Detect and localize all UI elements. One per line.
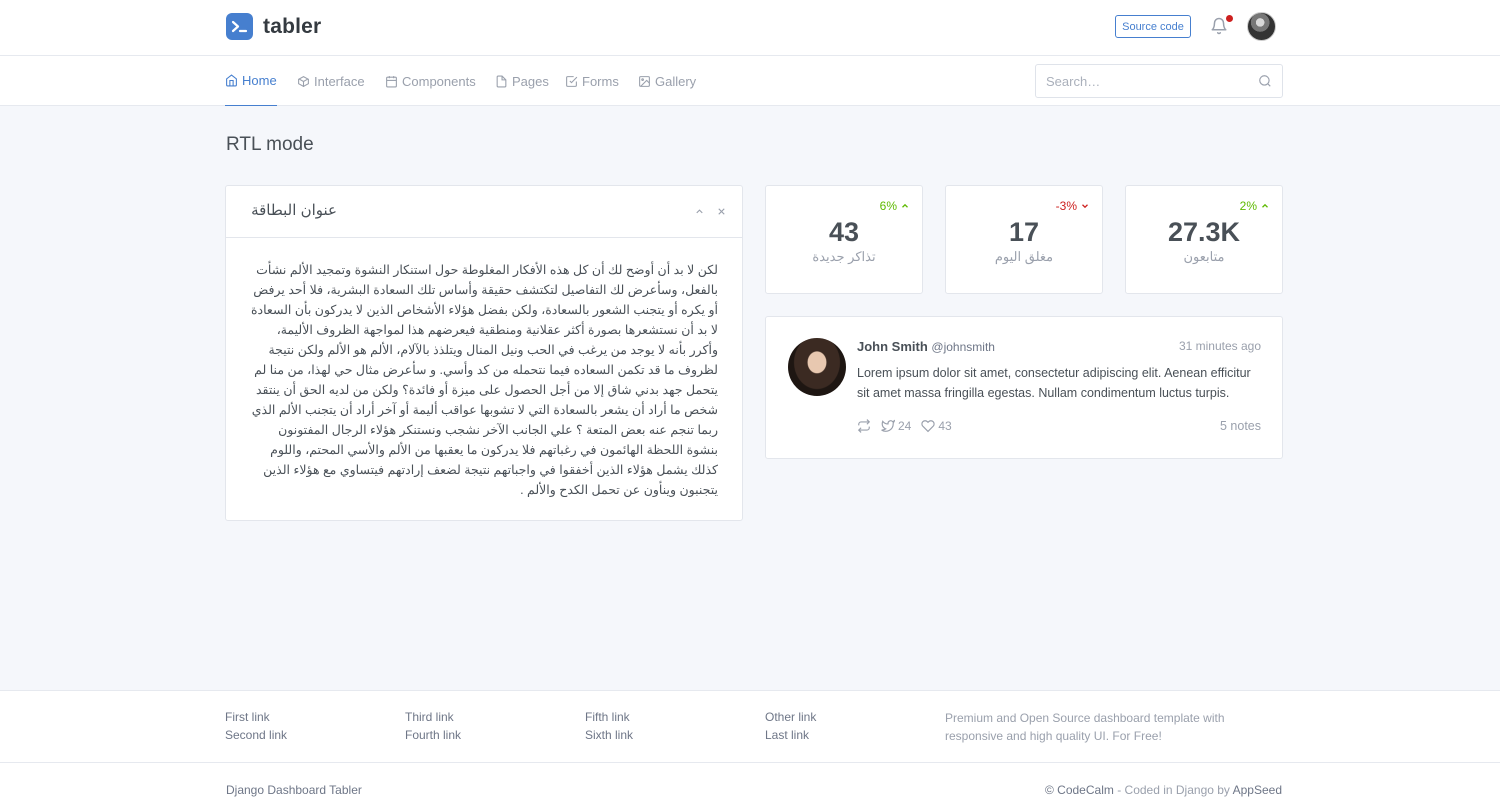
footer-link[interactable]: Fifth link [585,710,630,724]
nav-label: Gallery [655,73,697,89]
codecalm-link[interactable]: © CodeCalm [1045,783,1114,797]
tweet-text: Lorem ipsum dolor sit amet, consectetur … [857,366,1251,400]
nav-pages[interactable]: Pages [495,56,549,106]
tweet-actions: 24 43 [857,419,952,433]
tweet-avatar[interactable] [788,338,846,396]
tweet-timestamp: 31 minutes ago [1178,339,1261,353]
stat-change-value: 2% [1239,199,1257,213]
terminal-icon [226,13,253,40]
card-title: عنوان البطاقة [251,202,337,219]
footer-link[interactable]: Fourth link [405,728,461,742]
footer-link[interactable]: Last link [765,728,809,742]
nav-label: Forms [582,73,619,89]
chevron-up-icon[interactable] [694,206,705,217]
footer-link[interactable]: Other link [765,710,816,724]
appseed-link[interactable]: AppSeed [1233,783,1282,797]
tweet-card: John Smith @johnsmith 31 minutes ago Lor… [765,316,1283,459]
close-icon[interactable] [716,206,727,217]
page-title: RTL mode [226,134,314,155]
heart-icon [921,420,936,433]
footer-link[interactable]: Second link [225,728,287,742]
twitter-icon [881,419,895,432]
card-header: عنوان البطاقة [226,186,742,238]
tweet-author-name: John Smith [857,339,928,354]
copyright-left: Django Dashboard Tabler [226,783,362,797]
stat-card-new-tickets: 6% 43 تذاكر جديدة [765,185,923,294]
box-icon [298,75,309,87]
home-icon [226,74,237,87]
footer-link[interactable]: First link [225,710,270,724]
stat-change: 2% [1240,199,1270,213]
stat-change-value: -3% [1055,199,1077,213]
nav-label: Home [242,73,277,88]
nav-forms[interactable]: Forms [565,56,619,106]
check-square-icon [566,75,578,87]
chevron-up-icon [902,203,908,208]
top-header: tabler Source code [0,0,1500,56]
chevron-down-icon [1082,204,1088,209]
user-avatar[interactable] [1247,12,1276,41]
stat-change: -3% [1056,199,1090,213]
card-body-text: لكن لا بد أن أوضح لك أن كل هذه الأفكار ا… [250,263,718,497]
stat-value: 27.3K [1167,217,1241,247]
nav-components[interactable]: Components [385,56,476,106]
nav-home[interactable]: Home [225,56,277,106]
chevron-up-icon [1262,203,1268,208]
copyright-bar: Django Dashboard Tabler © CodeCalm - Cod… [0,763,1500,800]
notification-badge [1226,15,1233,22]
retweet-count: 24 [898,419,912,433]
tweet-author[interactable]: John Smith @johnsmith [857,339,995,354]
stat-change: 6% [880,199,910,213]
search-box [1035,64,1283,98]
search-icon[interactable] [1258,74,1272,88]
main-navigation: Home Interface Components Pages Forms Ga… [0,56,1500,106]
stat-label: تذاكر جديدة [812,249,876,264]
nav-label: Interface [314,73,365,89]
stat-card-followers: 2% 27.3K متابعون [1125,185,1283,294]
tweet-author-handle: @johnsmith [931,340,995,354]
footer-links-section: First link Second link Third link Fourth… [0,690,1500,763]
like-button[interactable]: 43 [921,419,952,433]
stat-label: متابعون [1183,249,1225,264]
file-icon [496,75,507,87]
image-icon [639,75,650,87]
source-code-button[interactable]: Source code [1115,15,1191,38]
nav-label: Pages [512,73,549,89]
brand-logo[interactable]: tabler [226,13,321,40]
copyright-text: - Coded in Django by [1113,783,1233,797]
search-input[interactable] [1046,65,1246,97]
copyright-right: © CodeCalm - Coded in Django by AppSeed [1045,783,1282,797]
brand-name: tabler [263,14,322,38]
footer-link[interactable]: Third link [405,710,454,724]
tweet-notes-link[interactable]: 5 notes [1220,419,1261,433]
nav-label: Components [402,73,476,89]
rtl-card: عنوان البطاقة لكن لا بد أن أوضح لك أن كل… [225,185,743,521]
nav-interface[interactable]: Interface [297,56,365,106]
stat-card-closed-today: -3% 17 مغلق اليوم [945,185,1103,294]
repeat-icon[interactable] [857,419,871,433]
stat-value: 17 [1008,217,1040,247]
stat-label: مغلق اليوم [994,249,1054,264]
footer-description: Premium and Open Source dashboard templa… [945,711,1225,743]
stat-value: 43 [828,217,860,247]
retweet-count-button[interactable]: 24 [881,419,911,433]
nav-gallery[interactable]: Gallery [638,56,696,106]
like-count: 43 [938,419,952,433]
footer-link[interactable]: Sixth link [585,728,633,742]
calendar-icon [386,75,397,87]
stat-change-value: 6% [879,199,897,213]
